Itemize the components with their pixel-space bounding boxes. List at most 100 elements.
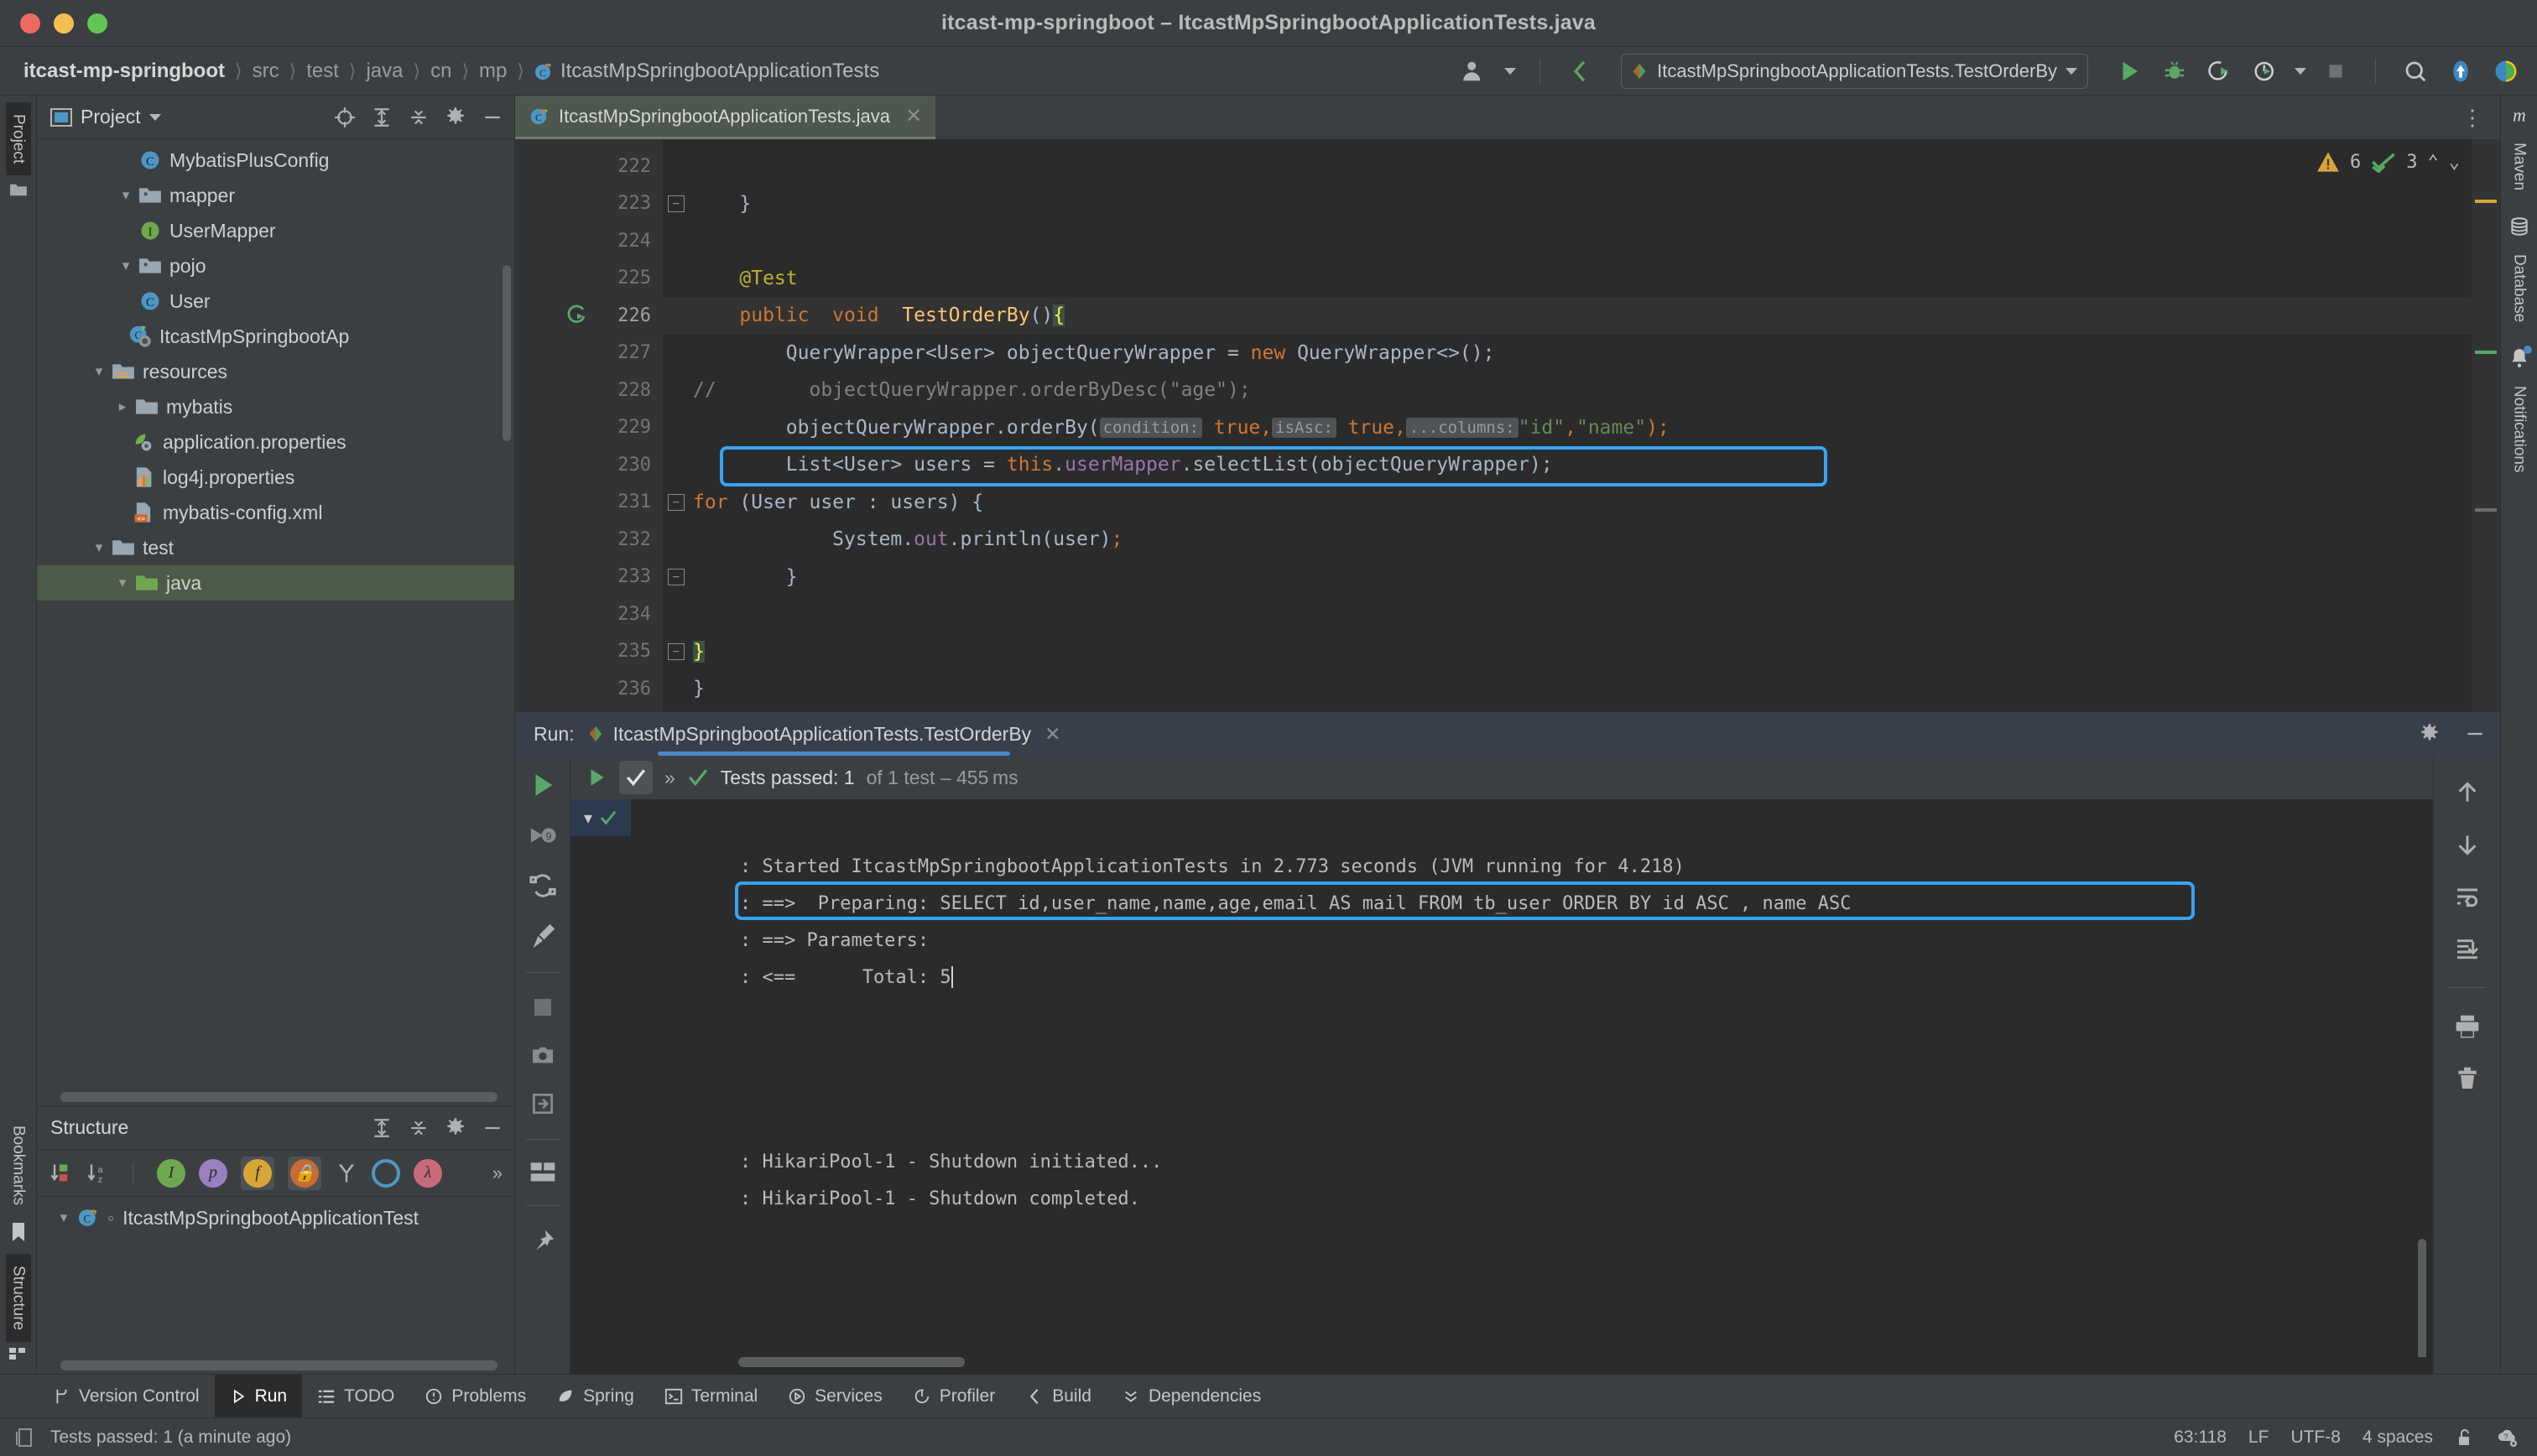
- tool-button-version-control[interactable]: Version Control: [37, 1375, 215, 1418]
- export-icon[interactable]: [529, 1090, 556, 1117]
- indent-setting[interactable]: 4 spaces: [2362, 1427, 2433, 1448]
- editor-options-icon[interactable]: ⋮: [2445, 96, 2500, 139]
- tree-row-log4j-properties[interactable]: log4j.properties: [37, 460, 514, 495]
- chevron-down-icon[interactable]: ▾: [52, 1209, 76, 1226]
- gear-icon[interactable]: [444, 1116, 467, 1140]
- rail-item-notifications[interactable]: Notifications: [2507, 374, 2532, 485]
- toggle-auto-test-icon[interactable]: [529, 871, 557, 900]
- tool-button-spring[interactable]: Spring: [541, 1375, 649, 1418]
- project-tree-scrollbar[interactable]: [503, 265, 511, 441]
- soft-wrap-icon[interactable]: [2454, 883, 2481, 910]
- show-non-public-toggle[interactable]: 🔒: [288, 1157, 321, 1190]
- test-tree-selected-row[interactable]: ▾: [570, 799, 631, 836]
- rail-item-structure[interactable]: Structure: [6, 1254, 31, 1342]
- stop-icon[interactable]: [530, 995, 555, 1020]
- pin-icon[interactable]: [529, 1228, 556, 1255]
- screenshot-icon[interactable]: [529, 1042, 556, 1069]
- hide-panel-icon[interactable]: [481, 1116, 504, 1140]
- hide-panel-icon[interactable]: [2463, 722, 2487, 746]
- scroll-up-icon[interactable]: [2454, 779, 2481, 806]
- code-editor[interactable]: 222 223− 224 225 226− 227 228 229 230 23…: [515, 139, 2500, 711]
- show-passed-toggle[interactable]: [619, 761, 653, 794]
- chevron-down-icon[interactable]: ▾: [87, 539, 111, 556]
- run-icon[interactable]: [2113, 55, 2145, 87]
- test-settings-icon[interactable]: [529, 922, 557, 950]
- breadcrumb-item-cn[interactable]: cn: [429, 60, 453, 83]
- back-arrow-icon[interactable]: [1564, 55, 1596, 87]
- tool-button-services[interactable]: Services: [773, 1375, 898, 1418]
- structure-hscrollbar[interactable]: [37, 1359, 514, 1374]
- group-by-type-icon[interactable]: [335, 1162, 358, 1185]
- tool-button-terminal[interactable]: Terminal: [649, 1375, 773, 1418]
- console-output[interactable]: : Started ItcastMpSpringbootApplicationT…: [570, 836, 2433, 1357]
- line-number-gutter[interactable]: 222 223− 224 225 226− 227 228 229 230 23…: [515, 139, 663, 711]
- collapse-all-icon[interactable]: [407, 1116, 430, 1140]
- close-icon[interactable]: ✕: [1044, 723, 1060, 746]
- breadcrumb-item-java[interactable]: java: [364, 60, 404, 83]
- tool-button-build[interactable]: Build: [1010, 1375, 1107, 1418]
- stop-icon[interactable]: [2320, 55, 2352, 87]
- print-icon[interactable]: [2454, 1013, 2481, 1040]
- caret-position[interactable]: 63:118: [2174, 1427, 2227, 1448]
- ide-settings-icon[interactable]: ?: [2497, 1427, 2519, 1448]
- show-anonymous-icon[interactable]: [372, 1159, 400, 1188]
- debug-icon[interactable]: [2159, 55, 2191, 87]
- tool-button-profiler[interactable]: Profiler: [898, 1375, 1011, 1418]
- minimize-window-button[interactable]: [54, 13, 74, 34]
- chevron-down-icon[interactable]: ▾: [87, 363, 111, 380]
- expand-icon[interactable]: »: [664, 767, 675, 789]
- breadcrumb-item-test[interactable]: test: [305, 60, 341, 83]
- chevron-up-icon[interactable]: ⌃: [2428, 152, 2439, 173]
- tree-row-itcastmpspringbootapp[interactable]: C ItcastMpSpringbootAp: [37, 319, 514, 354]
- show-fields-toggle[interactable]: f: [241, 1157, 274, 1190]
- status-message[interactable]: Tests passed: 1 (a minute ago): [50, 1427, 291, 1448]
- console-scrollbar[interactable]: [2418, 1239, 2426, 1357]
- breadcrumb-item-src[interactable]: src: [251, 60, 281, 83]
- tree-row-test[interactable]: ▾ test: [37, 530, 514, 565]
- clear-all-icon[interactable]: [2454, 1065, 2481, 1092]
- tree-row-mybatis[interactable]: ▸ mybatis: [37, 389, 514, 424]
- run-window-tab[interactable]: ItcastMpSpringbootApplicationTests.TestO…: [586, 723, 1061, 746]
- sort-by-visibility-icon[interactable]: [49, 1162, 72, 1185]
- run-with-coverage-icon[interactable]: [2204, 55, 2236, 87]
- structure-tree[interactable]: ▾ C ◦ ItcastMpSpringbootApplicationTest: [37, 1197, 514, 1359]
- event-log-icon[interactable]: [15, 1427, 35, 1448]
- collapse-all-icon[interactable]: [407, 106, 430, 129]
- breadcrumb-item-mp[interactable]: mp: [477, 60, 508, 83]
- info-marker[interactable]: [2475, 508, 2497, 512]
- profiler-icon[interactable]: [2249, 55, 2281, 87]
- scroll-down-icon[interactable]: [2454, 831, 2481, 858]
- rail-item-project[interactable]: Project: [6, 102, 31, 175]
- chevron-down-icon[interactable]: ▾: [584, 808, 592, 829]
- user-profile-icon[interactable]: [1459, 55, 1491, 87]
- file-encoding[interactable]: UTF-8: [2290, 1427, 2341, 1448]
- chevron-down-icon[interactable]: [149, 114, 161, 121]
- rail-item-maven[interactable]: Maven: [2507, 131, 2532, 202]
- chevron-down-icon[interactable]: [2066, 68, 2077, 75]
- chevron-down-icon[interactable]: ▾: [114, 257, 138, 274]
- tree-row-user[interactable]: C User: [37, 283, 514, 319]
- tree-row-mybatis-config-xml[interactable]: <> mybatis-config.xml: [37, 495, 514, 530]
- close-icon[interactable]: ✕: [905, 104, 922, 128]
- gear-icon[interactable]: [444, 106, 467, 129]
- tree-row-java[interactable]: ▾ java: [37, 565, 514, 601]
- chevron-down-icon[interactable]: ⌄: [2449, 152, 2460, 173]
- run-green-icon[interactable]: [586, 767, 607, 788]
- run-configuration-selector[interactable]: ItcastMpSpringbootApplicationTests.TestO…: [1621, 54, 2088, 89]
- run-test-gutter-icon[interactable]: [565, 304, 589, 327]
- chevron-right-icon[interactable]: ▸: [111, 398, 134, 415]
- update-project-icon[interactable]: [2445, 55, 2477, 87]
- tree-row-application-properties[interactable]: application.properties: [37, 424, 514, 460]
- chevron-down-icon[interactable]: [1504, 68, 1516, 75]
- rerun-failed-icon[interactable]: 9: [529, 821, 557, 850]
- expand-all-icon[interactable]: [370, 106, 393, 129]
- show-lambdas-icon[interactable]: λ: [414, 1159, 442, 1188]
- tree-row-pojo[interactable]: ▾ pojo: [37, 248, 514, 283]
- project-tree[interactable]: C MybatisPlusConfig ▾ mapper I UserMappe…: [37, 139, 514, 1090]
- tool-button-todo[interactable]: TODO: [302, 1375, 409, 1418]
- chevron-down-icon[interactable]: ▾: [114, 187, 138, 204]
- show-properties-icon[interactable]: p: [199, 1159, 227, 1188]
- scroll-to-end-icon[interactable]: [2454, 935, 2481, 962]
- warning-marker[interactable]: [2475, 200, 2497, 203]
- more-icon[interactable]: »: [492, 1162, 503, 1184]
